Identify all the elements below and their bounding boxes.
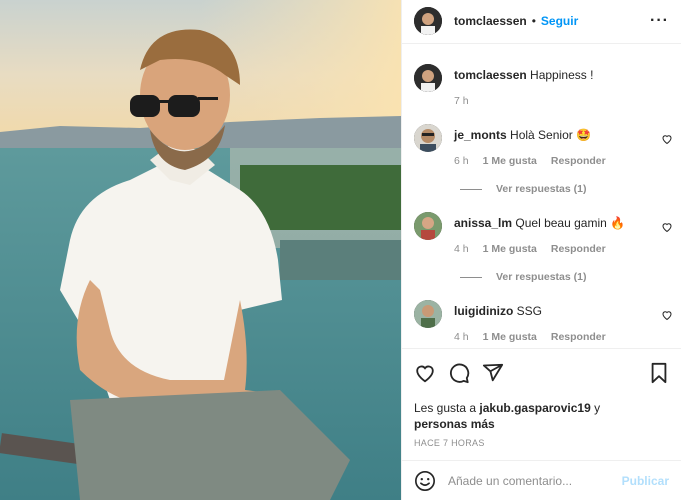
likes-suffix[interactable]: personas más (414, 417, 495, 431)
like-comment-heart-icon[interactable] (661, 133, 673, 145)
caption: tomclaessen Happiness ! 7 h (402, 61, 681, 107)
add-comment-bar: Publicar (402, 460, 681, 500)
heart-icon[interactable] (414, 362, 436, 384)
view-replies-label: Ver respuestas (1) (496, 183, 587, 195)
replies-line (460, 188, 482, 190)
side-panel: tomclaessen • Seguir ··· tomclaessen Hap… (401, 0, 681, 500)
post-photo[interactable] (0, 0, 401, 500)
comment-time[interactable]: 4 h (454, 243, 469, 255)
post-timestamp[interactable]: HACE 7 HORAS (414, 438, 669, 448)
comment-username[interactable]: anissa_lm (454, 216, 512, 230)
replies-line (460, 276, 482, 278)
avatar[interactable] (414, 64, 442, 92)
comment-icon[interactable] (448, 362, 470, 384)
comment-likes[interactable]: 1 Me gusta (483, 243, 537, 255)
like-comment-heart-icon[interactable] (661, 309, 673, 321)
likes-connector: y (594, 401, 601, 415)
avatar[interactable] (414, 6, 442, 35)
comment-username[interactable]: je_monts (454, 128, 507, 142)
post-image (0, 0, 401, 500)
view-replies-button[interactable]: Ver respuestas (1) (460, 271, 681, 283)
comment-likes[interactable]: 1 Me gusta (483, 155, 537, 167)
share-icon[interactable] (482, 362, 504, 384)
avatar[interactable] (414, 300, 442, 328)
caption-body: Happiness ! (530, 68, 594, 82)
separator-dot: • (531, 13, 536, 28)
comment-meta: 6 h 1 Me gusta Responder (454, 155, 669, 167)
comment-text: anissa_lm Quel beau gamin 🔥 (454, 209, 669, 231)
avatar[interactable] (414, 124, 442, 152)
likes-user[interactable]: jakub.gasparovic19 (479, 401, 590, 415)
likes-summary[interactable]: Les gusta a jakub.gasparovic19 y persona… (414, 400, 669, 432)
caption-time[interactable]: 7 h (454, 95, 469, 107)
reply-button[interactable]: Responder (551, 155, 606, 167)
comment-item: anissa_lm Quel beau gamin 🔥 4 h 1 Me gus… (402, 209, 681, 255)
comment-username[interactable]: luigidinizo (454, 304, 513, 318)
action-bar: Les gusta a jakub.gasparovic19 y persona… (402, 348, 681, 458)
comment-body: Quel beau gamin 🔥 (515, 216, 626, 230)
post-header: tomclaessen • Seguir ··· (402, 0, 681, 44)
likes-prefix: Les gusta a (414, 401, 477, 415)
view-replies-button[interactable]: Ver respuestas (1) (460, 183, 681, 195)
comment-text: luigidinizo SSG (454, 297, 669, 319)
follow-button[interactable]: Seguir (541, 14, 578, 28)
comment-time[interactable]: 6 h (454, 155, 469, 167)
comment-meta: 4 h 1 Me gusta Responder (454, 331, 669, 343)
publish-button[interactable]: Publicar (622, 474, 669, 488)
header-username[interactable]: tomclaessen (454, 14, 527, 28)
avatar[interactable] (414, 212, 442, 240)
comment-item: je_monts Holà Senior 🤩 6 h 1 Me gusta Re… (402, 121, 681, 167)
bookmark-icon[interactable] (649, 362, 669, 384)
comment-time[interactable]: 4 h (454, 331, 469, 343)
comment-text: je_monts Holà Senior 🤩 (454, 121, 669, 143)
action-icons (414, 361, 669, 385)
comment-likes[interactable]: 1 Me gusta (483, 331, 537, 343)
comment-body: SSG (516, 304, 543, 318)
comments-list[interactable]: tomclaessen Happiness ! 7 h je_monts Hol… (402, 53, 681, 347)
ellipsis-icon[interactable]: ··· (650, 12, 669, 30)
comment-meta: 4 h 1 Me gusta Responder (454, 243, 669, 255)
view-replies-label: Ver respuestas (1) (496, 271, 587, 283)
smiley-icon[interactable] (414, 470, 436, 492)
instagram-post: tomclaessen • Seguir ··· tomclaessen Hap… (0, 0, 681, 500)
like-comment-heart-icon[interactable] (661, 221, 673, 233)
caption-text: tomclaessen Happiness ! (454, 61, 669, 83)
comment-body: Holà Senior 🤩 (510, 128, 592, 142)
comment-input[interactable] (448, 473, 622, 488)
caption-meta: 7 h (454, 95, 669, 107)
reply-button[interactable]: Responder (551, 243, 606, 255)
comment-item: luigidinizo SSG 4 h 1 Me gusta Responder (402, 297, 681, 343)
caption-username[interactable]: tomclaessen (454, 68, 527, 82)
reply-button[interactable]: Responder (551, 331, 606, 343)
